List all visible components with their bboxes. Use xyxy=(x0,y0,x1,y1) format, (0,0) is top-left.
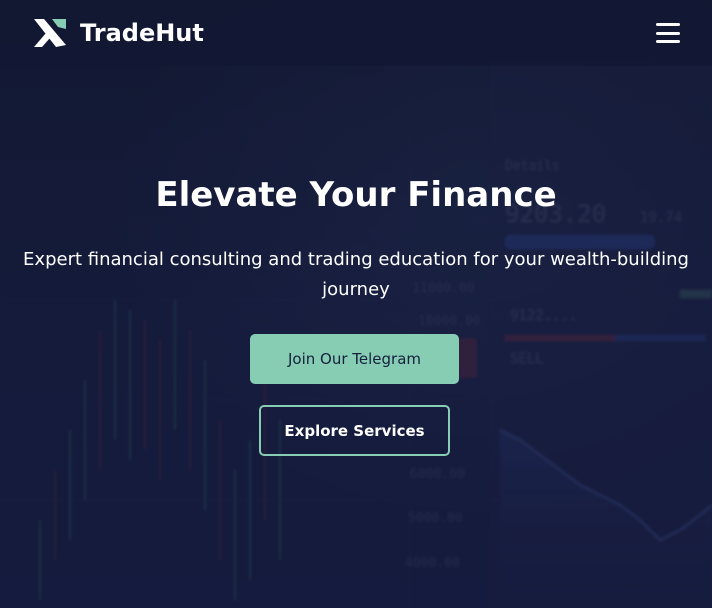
join-telegram-button[interactable]: Join Our Telegram xyxy=(250,334,459,384)
menu-bar-middle xyxy=(656,31,680,35)
hero-section: 11000.00 10000.00 6000.00 5000.00 4000.0… xyxy=(0,0,712,608)
brand-name: TradeHut xyxy=(80,19,204,47)
tradehut-x-logo-icon xyxy=(34,19,66,47)
hero-headline: Elevate Your Finance xyxy=(155,175,557,215)
hamburger-menu-icon[interactable] xyxy=(656,23,680,43)
hero-subtitle: Expert financial consulting and trading … xyxy=(23,249,689,300)
menu-bar-top xyxy=(656,23,680,26)
explore-services-button[interactable]: Explore Services xyxy=(259,405,450,456)
top-navbar: TradeHut xyxy=(0,0,712,66)
brand-link[interactable]: TradeHut xyxy=(30,15,204,51)
menu-bar-bottom xyxy=(656,40,680,43)
